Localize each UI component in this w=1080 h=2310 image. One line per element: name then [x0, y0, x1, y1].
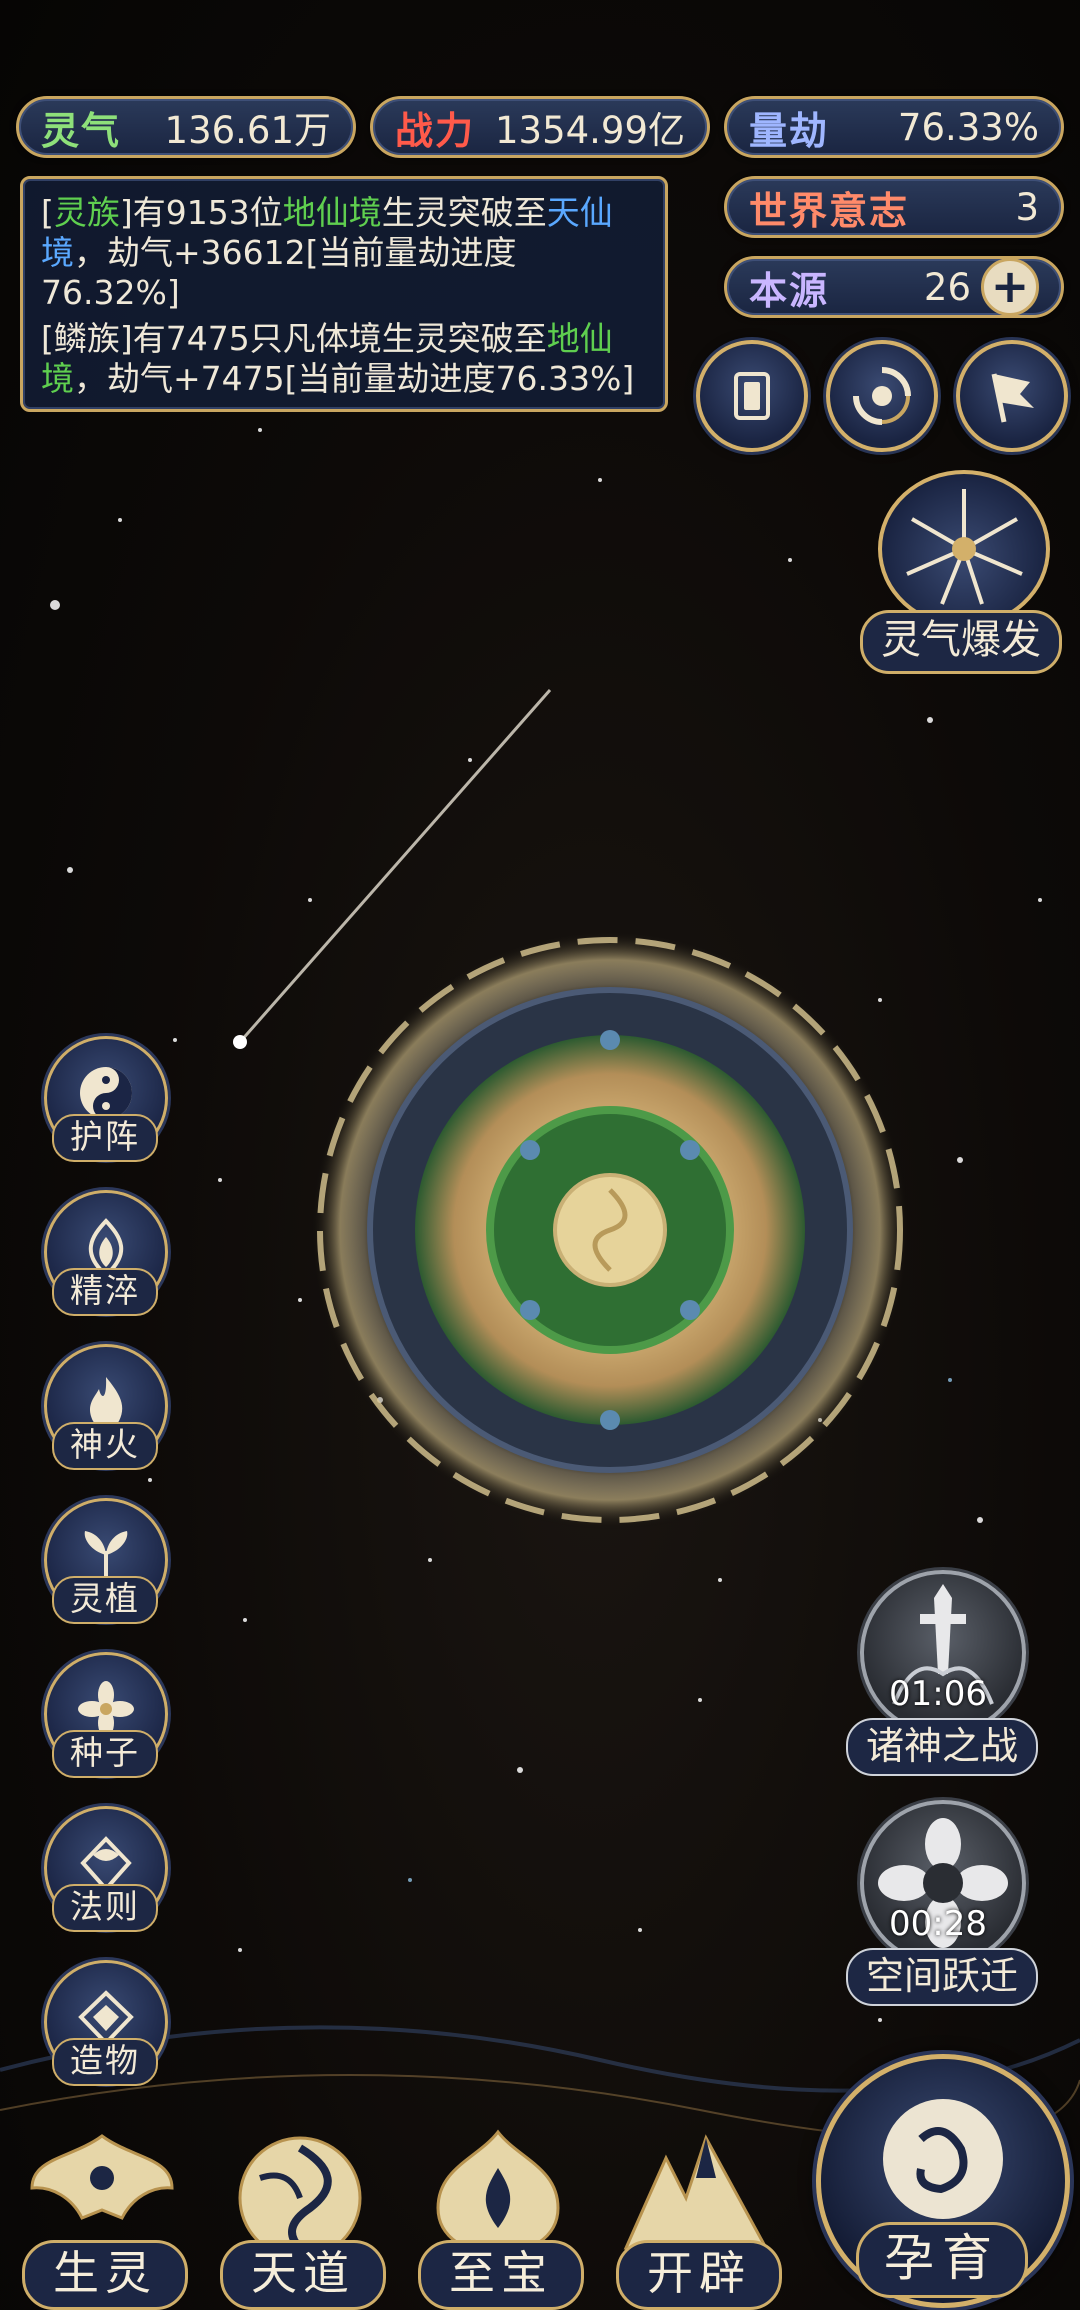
flag-button[interactable] — [956, 340, 1068, 452]
breed-button[interactable]: 孕育 — [812, 2050, 1070, 2308]
liangjie-value: 76.33% — [897, 105, 1039, 149]
zhanli-value: 1354.99亿 — [494, 109, 685, 152]
shijie-yizhi-value: 3 — [1015, 185, 1039, 229]
starburst-icon — [906, 489, 1023, 605]
side-item-label: 造物 — [52, 2038, 158, 2086]
nav-label: 生灵 — [22, 2240, 188, 2310]
liangjie-label: 量劫 — [749, 108, 830, 153]
race-name: 灵族 — [53, 193, 120, 232]
lingqi-value: 136.61万 — [164, 109, 331, 152]
side-item-label: 精淬 — [52, 1268, 158, 1316]
side-item-label: 护阵 — [52, 1114, 158, 1162]
nav-shengling[interactable]: 生灵 — [14, 2118, 190, 2310]
vortex-button[interactable] — [826, 340, 938, 452]
space-jump-timer: 00:28 — [889, 1904, 987, 1944]
side-item-label: 种子 — [52, 1730, 158, 1778]
aura-burst-button[interactable]: 灵气爆发 — [860, 470, 1062, 680]
benyuan-value: 26 — [923, 265, 971, 309]
side-item-faze[interactable]: 法则 — [38, 1806, 168, 1936]
space-jump-event[interactable]: 00:28 空间跃迁 — [838, 1800, 1038, 2006]
side-item-zaowu[interactable]: 造物 — [38, 1960, 168, 2090]
realm-from: 地仙境 — [282, 193, 382, 232]
burst-emblem — [878, 470, 1050, 628]
nav-tiandao[interactable]: 天道 — [212, 2118, 388, 2310]
planet-world[interactable] — [300, 920, 920, 1540]
message-line: [灵族]有9153位地仙境生灵突破至天仙境，劫气+36612[当前量劫进度76.… — [41, 193, 613, 312]
message-line: [鳞族]有7475只凡体境生灵突破至地仙境，劫气+7475[当前量劫进度76.3… — [41, 319, 635, 398]
side-item-zhongzi[interactable]: 种子 — [38, 1652, 168, 1782]
lingqi-label: 灵气 — [41, 108, 122, 153]
nav-label: 天道 — [220, 2240, 386, 2310]
benyuan-pill[interactable]: 本源 26 + — [724, 256, 1064, 318]
gods-war-event[interactable]: 01:06 诸神之战 — [838, 1570, 1038, 1776]
add-benyuan-button[interactable]: + — [981, 258, 1039, 316]
shijie-yizhi-label: 世界意志 — [749, 188, 910, 233]
nav-zhibao[interactable]: 至宝 — [410, 2118, 586, 2310]
flag-icon — [991, 373, 1034, 423]
event-log: [灵族]有9153位地仙境生灵突破至天仙境，劫气+36612[当前量劫进度76.… — [20, 176, 668, 412]
side-item-jingcui[interactable]: 精淬 — [38, 1190, 168, 1320]
nav-label: 开辟 — [616, 2240, 782, 2310]
breed-label: 孕育 — [856, 2222, 1028, 2298]
zhanli-label: 战力 — [395, 108, 476, 153]
zhanli-pill[interactable]: 战力 1354.99亿 — [370, 96, 710, 158]
shijie-yizhi-pill[interactable]: 世界意志 3 — [724, 176, 1064, 238]
gods-war-label: 诸神之战 — [846, 1718, 1038, 1776]
card-button[interactable] — [696, 340, 808, 452]
side-item-shenhuo[interactable]: 神火 — [38, 1344, 168, 1474]
vortex-icon — [853, 367, 911, 425]
benyuan-label: 本源 — [749, 268, 830, 313]
side-item-label: 神火 — [52, 1422, 158, 1470]
nav-kaipi[interactable]: 开辟 — [608, 2118, 784, 2310]
nav-label: 至宝 — [418, 2240, 584, 2310]
side-item-label: 法则 — [52, 1884, 158, 1932]
side-item-label: 灵植 — [52, 1576, 158, 1624]
burst-label: 灵气爆发 — [860, 610, 1062, 674]
lingqi-pill[interactable]: 灵气 136.61万 — [16, 96, 356, 158]
side-item-lingzhi[interactable]: 灵植 — [38, 1498, 168, 1628]
gods-war-timer: 01:06 — [889, 1674, 987, 1714]
space-jump-label: 空间跃迁 — [846, 1948, 1038, 2006]
liangjie-pill[interactable]: 量劫 76.33% — [724, 96, 1064, 158]
side-item-huzhen[interactable]: 护阵 — [38, 1036, 168, 1166]
plus-icon: + — [990, 259, 1030, 313]
card-icon — [734, 372, 770, 420]
